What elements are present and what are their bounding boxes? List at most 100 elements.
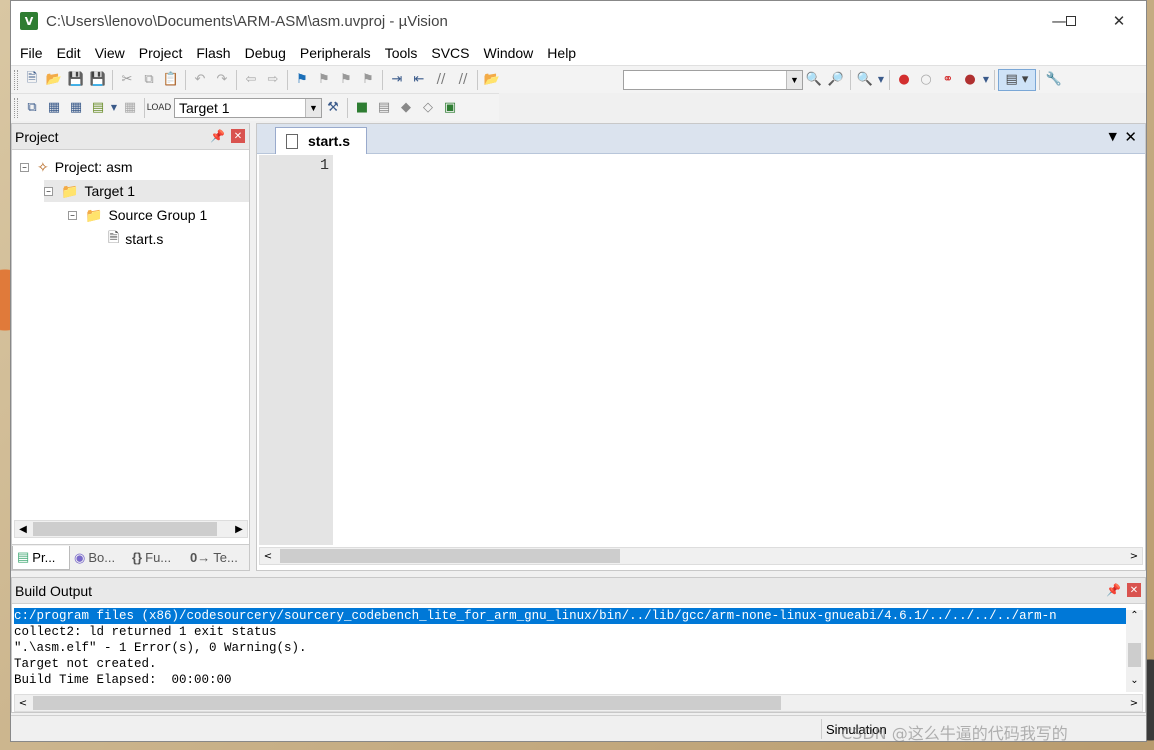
stop-build-icon[interactable]: ▦ [119, 97, 141, 119]
undo-icon[interactable]: ↶ [189, 69, 211, 91]
save-all-icon[interactable]: 💾 [87, 69, 109, 91]
scroll-left-icon[interactable]: ◀ [15, 524, 31, 535]
collapse-icon[interactable]: − [68, 210, 77, 220]
tab-functions[interactable]: {} Fu... [128, 546, 186, 570]
dropdown-arrow-icon[interactable]: ▼ [109, 97, 119, 119]
bookmark-toggle-icon[interactable]: ⚑ [291, 69, 313, 91]
scroll-up-icon[interactable]: ⌃ [1126, 610, 1143, 621]
menu-tools[interactable]: Tools [378, 45, 425, 61]
breakpoint-insert-icon[interactable]: ● [893, 69, 915, 91]
tree-node-file[interactable]: 🗎 start.s [108, 228, 163, 250]
scrollbar-thumb[interactable] [33, 696, 781, 710]
copy-icon[interactable]: ⧉ [138, 69, 160, 91]
chevron-down-icon[interactable]: ▼ [786, 70, 802, 89]
pin-icon[interactable]: 📌 [210, 129, 225, 143]
menu-project[interactable]: Project [132, 45, 190, 61]
new-file-icon[interactable]: 🗎 [21, 69, 43, 91]
run-time-environment-icon[interactable]: ▣ [439, 97, 461, 119]
unindent-icon[interactable]: ⇤ [408, 69, 430, 91]
menu-view[interactable]: View [88, 45, 132, 61]
close-window-button[interactable]: ✕ [1091, 1, 1147, 41]
menu-file[interactable]: File [13, 45, 50, 61]
collapse-icon[interactable]: − [20, 162, 29, 172]
close-icon[interactable]: ✕ [231, 129, 245, 143]
tab-books[interactable]: ◉ Bo... [70, 546, 128, 570]
redo-icon[interactable]: ↷ [211, 69, 233, 91]
breakpoint-kill-all-icon[interactable]: ● [959, 69, 981, 91]
scrollbar-thumb[interactable] [33, 522, 217, 536]
select-packs-icon[interactable]: ◆ [395, 97, 417, 119]
menu-svcs[interactable]: SVCS [424, 45, 476, 61]
find-in-files-icon[interactable]: 📂 [481, 69, 503, 91]
comment-icon[interactable]: // [430, 69, 452, 91]
menu-peripherals[interactable]: Peripherals [293, 45, 378, 61]
menu-flash[interactable]: Flash [189, 45, 237, 61]
scroll-left-icon[interactable]: < [15, 698, 31, 709]
navigate-forward-icon[interactable]: ⇨ [262, 69, 284, 91]
build-output-text[interactable]: c:/program files (x86)/codesourcery/sour… [14, 608, 1126, 688]
pack-installer-icon[interactable]: ◇ [417, 97, 439, 119]
find-combobox[interactable]: ▼ [623, 69, 803, 90]
target-select[interactable]: Target 1 ▼ [174, 97, 322, 118]
bookmark-next-icon[interactable]: ⚑ [335, 69, 357, 91]
breakpoint-disable-all-icon[interactable]: ⚭ [937, 69, 959, 91]
find-icon[interactable]: 🔍 [803, 69, 825, 91]
tab-start-s[interactable]: start.s [275, 127, 367, 154]
manage-components-icon[interactable]: ▤ [373, 97, 395, 119]
menu-edit[interactable]: Edit [50, 45, 88, 61]
close-tab-icon[interactable]: ✕ [1124, 128, 1137, 146]
collapse-icon[interactable]: − [44, 186, 53, 196]
scroll-right-icon[interactable]: > [1126, 551, 1142, 562]
scroll-right-icon[interactable]: > [1126, 698, 1142, 709]
output-line: collect2: ld returned 1 exit status [14, 625, 277, 639]
editor-horizontal-scrollbar[interactable]: < > [259, 547, 1143, 565]
breakpoint-enable-icon[interactable]: ○ [915, 69, 937, 91]
scroll-left-icon[interactable]: < [260, 551, 276, 562]
uncomment-icon[interactable]: // [452, 69, 474, 91]
scrollbar-thumb[interactable] [1128, 643, 1141, 667]
indent-icon[interactable]: ⇥ [386, 69, 408, 91]
navigate-back-icon[interactable]: ⇦ [240, 69, 262, 91]
batch-build-icon[interactable]: ▤ [87, 97, 109, 119]
download-load-icon[interactable]: LOAD [147, 97, 172, 119]
close-icon[interactable]: ✕ [1127, 583, 1141, 597]
tab-templates[interactable]: 0→ Te... [186, 546, 244, 570]
open-file-icon[interactable]: 📂 [43, 69, 65, 91]
tree-node-source-group[interactable]: − 📁 Source Group 1 [68, 204, 207, 226]
paste-icon[interactable]: 📋 [160, 69, 182, 91]
cut-icon[interactable]: ✂ [116, 69, 138, 91]
configure-wrench-icon[interactable]: 🔧 [1043, 69, 1065, 91]
toolbar-grip[interactable] [14, 97, 18, 118]
code-text-area[interactable] [335, 155, 1143, 545]
dropdown-arrow-icon[interactable]: ▼ [981, 69, 991, 91]
bookmark-prev-icon[interactable]: ⚑ [313, 69, 335, 91]
rebuild-icon[interactable]: ▦ [65, 97, 87, 119]
build-output-horizontal-scrollbar[interactable]: < > [14, 694, 1143, 712]
debug-session-icon[interactable]: 🔍 [854, 69, 876, 91]
dropdown-arrow-icon[interactable]: ▼ [876, 69, 886, 91]
menu-debug[interactable]: Debug [238, 45, 293, 61]
tab-label: start.s [308, 133, 351, 149]
build-output-vertical-scrollbar[interactable]: ⌃ ⌄ [1126, 610, 1143, 692]
save-icon[interactable]: 💾 [65, 69, 87, 91]
pin-icon[interactable]: 📌 [1106, 583, 1121, 597]
tree-node-project[interactable]: − ✧ Project: asm [20, 156, 133, 178]
target-options-icon[interactable]: ⚒ [322, 97, 344, 119]
tree-node-target[interactable]: − 📁 Target 1 [44, 180, 249, 202]
menu-window[interactable]: Window [477, 45, 541, 61]
chevron-down-icon[interactable]: ▼ [305, 98, 321, 117]
scrollbar-thumb[interactable] [280, 549, 620, 563]
scroll-down-icon[interactable]: ⌄ [1126, 675, 1143, 686]
build-icon[interactable]: ▦ [43, 97, 65, 119]
tab-list-dropdown-icon[interactable]: ▼ [1109, 130, 1117, 143]
toolbar-grip[interactable] [14, 69, 18, 90]
translate-icon[interactable]: ⧉ [21, 97, 43, 119]
tab-project[interactable]: ▤ Pr... [12, 545, 70, 570]
project-horizontal-scrollbar[interactable]: ◀ ▶ [14, 520, 248, 538]
menu-help[interactable]: Help [540, 45, 583, 61]
bookmark-clear-icon[interactable]: ⚑ [357, 69, 379, 91]
incremental-find-icon[interactable]: 🔎 [825, 69, 847, 91]
window-layout-icon[interactable]: ▤ ▾ [998, 68, 1036, 91]
file-extensions-icon[interactable]: ■ [351, 97, 373, 119]
scroll-right-icon[interactable]: ▶ [231, 524, 247, 535]
